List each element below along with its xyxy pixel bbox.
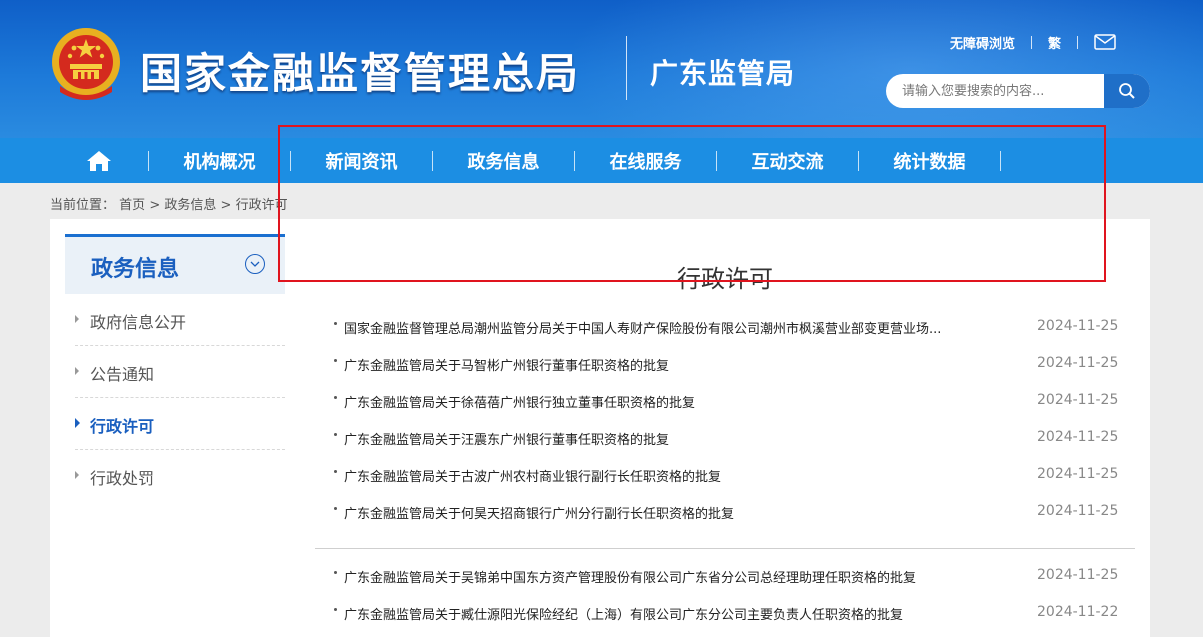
link-divider	[1077, 35, 1079, 49]
bullet-icon	[334, 608, 337, 611]
list-item-date: 2024-11-22	[1037, 604, 1119, 620]
list-item-title[interactable]: 广东金融监管局关于吴锦弟中国东方资产管理股份有限公司广东省分公司总经理助理任职资…	[344, 567, 994, 586]
nav-item-news[interactable]: 新闻资讯	[291, 138, 432, 183]
home-icon	[87, 150, 111, 171]
link-divider	[1031, 35, 1033, 49]
bullet-icon	[334, 359, 337, 362]
bullet-icon	[334, 470, 337, 473]
bullet-icon	[334, 322, 337, 325]
nav-item-organization[interactable]: 机构概况	[149, 138, 290, 183]
list-item-date: 2024-11-25	[1037, 503, 1119, 519]
list-item-date: 2024-11-25	[1037, 466, 1119, 482]
main-nav: 机构概况 新闻资讯 政务信息 在线服务 互动交流 统计数据	[0, 138, 1203, 183]
list-item-title[interactable]: 广东金融监管局关于臧仕源阳光保险经纪（上海）有限公司广东分公司主要负责人任职资格…	[344, 604, 994, 623]
sidebar-item-administrative-licensing[interactable]: 行政许可	[75, 398, 285, 450]
caret-right-icon	[75, 315, 79, 323]
sidebar-header: 政务信息	[65, 234, 285, 294]
list-item[interactable]: 广东金融监管局关于汪震东广州银行董事任职资格的批复 2024-11-25	[315, 420, 1135, 457]
sidebar-item-label: 政府信息公开	[90, 313, 187, 332]
caret-right-icon	[75, 367, 79, 375]
nav-item-statistics[interactable]: 统计数据	[859, 138, 1000, 183]
list-item-title[interactable]: 广东金融监管局关于何昊天招商银行广州分行副行长任职资格的批复	[344, 503, 994, 522]
sidebar: 政务信息 政府信息公开 公告通知 行政许可 行政处罚	[65, 234, 285, 502]
list-item-date: 2024-11-25	[1037, 567, 1119, 583]
list-item[interactable]: 广东金融监管局关于臧仕源阳光保险经纪（上海）有限公司广东分公司主要负责人任职资格…	[315, 595, 1135, 632]
list-item[interactable]: 国家金融监督管理总局潮州监管分局关于中国人寿财产保险股份有限公司潮州市枫溪营业部…	[315, 309, 1135, 346]
sidebar-item-administrative-penalty[interactable]: 行政处罚	[75, 450, 285, 502]
sidebar-item-gov-info-disclosure[interactable]: 政府信息公开	[75, 294, 285, 346]
mail-icon[interactable]	[1094, 34, 1116, 50]
breadcrumb-current[interactable]: 行政许可	[236, 198, 288, 213]
list-item-date: 2024-11-25	[1037, 392, 1119, 408]
sidebar-item-label: 行政处罚	[90, 469, 155, 488]
list-item-title[interactable]: 广东金融监管局关于徐蓓蓓广州银行独立董事任职资格的批复	[344, 392, 994, 411]
list-item[interactable]: 广东金融监管局关于吴锦弟中国东方资产管理股份有限公司广东省分公司总经理助理任职资…	[315, 558, 1135, 595]
sidebar-item-label: 公告通知	[90, 365, 155, 384]
list-item-date: 2024-11-25	[1037, 355, 1119, 371]
nav-item-government-info[interactable]: 政务信息	[433, 138, 574, 183]
bullet-icon	[334, 507, 337, 510]
site-header: 国家金融监督管理总局 广东监管局 无障碍浏览 繁	[0, 0, 1203, 138]
breadcrumb-separator: >	[220, 198, 232, 213]
list-item-title[interactable]: 广东金融监管局关于古波广州农村商业银行副行长任职资格的批复	[344, 466, 994, 485]
breadcrumb: 当前位置： 首页 > 政务信息 > 行政许可	[50, 194, 288, 213]
nav-divider	[1000, 150, 1001, 171]
sub-title: 广东监管局	[650, 57, 796, 90]
breadcrumb-separator: >	[149, 198, 161, 213]
bullet-icon	[334, 396, 337, 399]
breadcrumb-label: 当前位置：	[50, 198, 116, 213]
site-title: 国家金融监督管理总局	[140, 49, 581, 98]
caret-right-icon	[75, 471, 79, 479]
list-item-title[interactable]: 广东金融监管局关于汪震东广州银行董事任职资格的批复	[344, 429, 994, 448]
breadcrumb-section[interactable]: 政务信息	[164, 198, 216, 213]
list-item[interactable]: 广东金融监管局关于何昊天招商银行广州分行副行长任职资格的批复 2024-11-2…	[315, 494, 1135, 531]
list-divider	[315, 548, 1135, 549]
search-button[interactable]	[1104, 74, 1150, 108]
bullet-icon	[334, 433, 337, 436]
top-links: 无障碍浏览 繁	[950, 33, 1116, 52]
list-item-title[interactable]: 国家金融监督管理总局潮州监管分局关于中国人寿财产保险股份有限公司潮州市枫溪营业部…	[344, 318, 994, 337]
search-input[interactable]	[886, 74, 1104, 108]
sidebar-item-announcements[interactable]: 公告通知	[75, 346, 285, 398]
caret-right-icon	[75, 418, 80, 428]
search-icon	[1119, 83, 1135, 99]
nav-home[interactable]	[50, 138, 148, 183]
list-item-date: 2024-11-25	[1037, 429, 1119, 445]
nav-item-interaction[interactable]: 互动交流	[717, 138, 858, 183]
list-item-title[interactable]: 广东金融监管局关于马智彬广州银行董事任职资格的批复	[344, 355, 994, 374]
list-item[interactable]: 广东金融监管局关于古波广州农村商业银行副行长任职资格的批复 2024-11-25	[315, 457, 1135, 494]
list-item[interactable]: 广东金融监管局关于徐蓓蓓广州银行独立董事任职资格的批复 2024-11-25	[315, 383, 1135, 420]
main-container: 政务信息 政府信息公开 公告通知 行政许可 行政处罚 行政许可 国家金融监督管理…	[50, 219, 1150, 637]
search-box	[886, 74, 1150, 108]
accessibility-link[interactable]: 无障碍浏览	[950, 33, 1015, 52]
list-item-date: 2024-11-25	[1037, 318, 1119, 334]
nav-item-online-services[interactable]: 在线服务	[575, 138, 716, 183]
traditional-chinese-link[interactable]: 繁	[1048, 33, 1061, 52]
breadcrumb-home[interactable]: 首页	[119, 198, 145, 213]
list-item[interactable]: 广东金融监管局关于马智彬广州银行董事任职资格的批复 2024-11-25	[315, 346, 1135, 383]
sidebar-item-label: 行政许可	[90, 417, 155, 436]
bullet-icon	[334, 571, 337, 574]
national-emblem-icon[interactable]	[50, 26, 122, 102]
sidebar-title: 政务信息	[91, 257, 180, 282]
title-divider	[626, 36, 627, 100]
page-title: 行政许可	[677, 265, 773, 293]
chevron-down-circle-icon[interactable]	[245, 254, 265, 274]
